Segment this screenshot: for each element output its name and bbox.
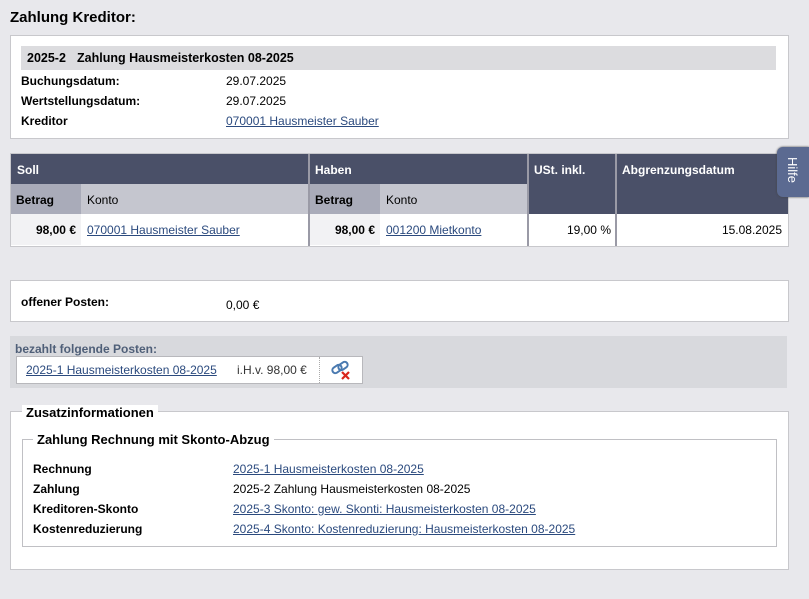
soll-header-cell: Soll [11, 154, 309, 184]
haben-betrag-header: Betrag [315, 193, 354, 207]
soll-betrag-value: 98,00 € [35, 223, 76, 237]
cost-reduction-link[interactable]: 2025-4 Skonto: Kostenreduzierung: Hausme… [233, 522, 575, 536]
abgrenzung-header: Abgrenzungsdatum [622, 163, 735, 177]
haben-betrag-header-cell: Betrag [310, 184, 380, 214]
help-tab[interactable]: Hilfe [777, 147, 809, 197]
cost-reduction-label: Kostenreduzierung [33, 522, 143, 536]
soll-konto-header-cell: Konto [81, 184, 309, 214]
haben-betrag-value: 98,00 € [334, 223, 375, 237]
haben-betrag-cell: 98,00 € [310, 214, 380, 245]
haben-konto-header: Konto [386, 193, 418, 207]
open-items-value: 0,00 € [226, 298, 260, 312]
page-title: Zahlung Kreditor: [10, 9, 136, 26]
paid-items-label: bezahlt folgende Posten: [15, 342, 158, 356]
open-items-label: offener Posten: [21, 295, 110, 309]
divider [308, 154, 310, 246]
booking-date-value: 29.07.2025 [226, 74, 287, 88]
paid-item-amount: i.H.v. 98,00 € [237, 363, 307, 377]
soll-betrag-header-cell: Betrag [11, 184, 81, 214]
haben-konto-link[interactable]: 001200 Mietkonto [386, 223, 481, 237]
booking-number: 2025-2 [27, 51, 66, 65]
booking-title: Zahlung Hausmeisterkosten 08-2025 [77, 51, 294, 65]
invoice-label: Rechnung [33, 462, 92, 476]
ust-header-cell: USt. inkl. [529, 154, 615, 214]
soll-konto-link[interactable]: 070001 Hausmeister Sauber [87, 223, 240, 237]
invoice-link[interactable]: 2025-1 Hausmeisterkosten 08-2025 [233, 462, 424, 476]
value-date-value: 29.07.2025 [226, 94, 287, 108]
ust-header: USt. inkl. [534, 163, 586, 177]
divider [615, 154, 617, 246]
soll-betrag-cell: 98,00 € [11, 214, 81, 245]
paid-item-link[interactable]: 2025-1 Hausmeisterkosten 08-2025 [26, 363, 217, 377]
booking-info-panel: 2025-2 Zahlung Hausmeisterkosten 08-2025… [10, 35, 789, 139]
soll-betrag-header: Betrag [16, 193, 55, 207]
unlink-icon [331, 360, 350, 380]
unlink-button[interactable] [319, 357, 362, 383]
additional-info-panel: Zusatzinformationen Zahlung Rechnung mit… [10, 405, 789, 570]
haben-konto-header-cell: Konto [380, 184, 528, 214]
booking-header: 2025-2 Zahlung Hausmeisterkosten 08-2025 [21, 46, 776, 70]
creditor-link[interactable]: 070001 Hausmeister Sauber [226, 114, 379, 128]
creditor-discount-label: Kreditoren-Skonto [33, 502, 139, 516]
booking-date-label: Buchungsdatum: [21, 74, 120, 88]
creditor-discount-link[interactable]: 2025-3 Skonto: gew. Skonti: Hausmeisterk… [233, 502, 536, 516]
soll-header: Soll [17, 163, 40, 177]
paid-item: 2025-1 Hausmeisterkosten 08-2025 i.H.v. … [16, 356, 363, 384]
help-tab-label: Hilfe [785, 157, 800, 184]
value-date-label: Wertstellungsdatum: [21, 94, 141, 108]
divider [527, 154, 529, 246]
additional-info-legend: Zusatzinformationen [22, 405, 158, 420]
skonto-fieldset: Zahlung Rechnung mit Skonto-Abzug Rechnu… [22, 432, 777, 547]
skonto-legend: Zahlung Rechnung mit Skonto-Abzug [33, 432, 274, 447]
open-items-panel: offener Posten: 0,00 € [10, 280, 789, 322]
paid-items-panel: bezahlt folgende Posten: 2025-1 Hausmeis… [10, 336, 787, 388]
haben-header: Haben [315, 163, 352, 177]
abgrenzung-value: 15.08.2025 [721, 223, 782, 237]
creditor-label: Kreditor [21, 114, 68, 128]
haben-header-cell: Haben [310, 154, 528, 184]
soll-konto-header: Konto [87, 193, 119, 207]
split-booking-table: Soll Haben USt. inkl. Abgrenzungsdatum B… [10, 153, 789, 247]
payment-value: 2025-2 Zahlung Hausmeisterkosten 08-2025 [233, 482, 471, 496]
payment-label: Zahlung [33, 482, 80, 496]
ust-value: 19,00 % [566, 223, 611, 237]
abgrenzung-header-cell: Abgrenzungsdatum [617, 154, 788, 214]
